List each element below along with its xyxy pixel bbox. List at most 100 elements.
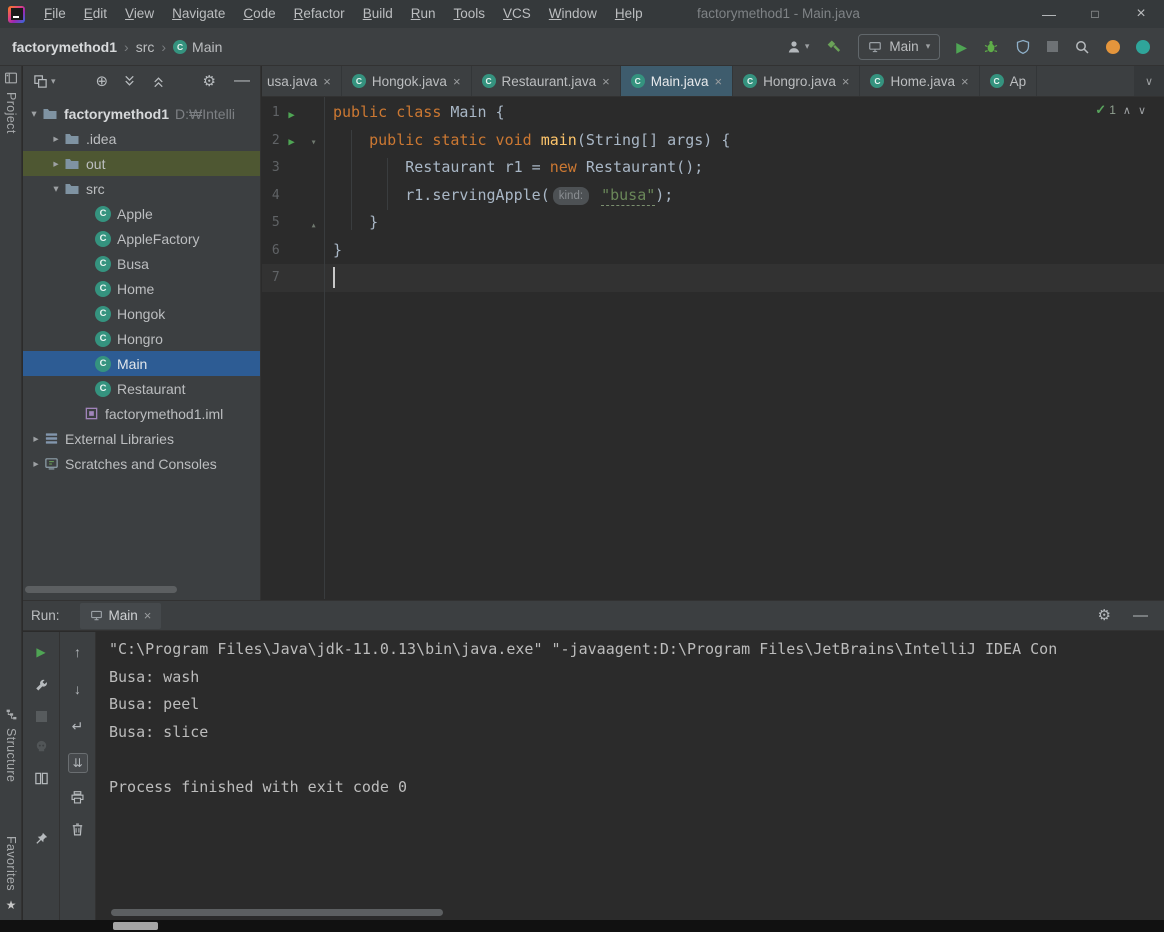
locate-file-button[interactable]: ⊕ [96,74,109,89]
scroll-to-end-icon[interactable]: ⇊ [67,753,88,773]
run-button[interactable]: ▶ [956,40,967,54]
code-with-me-icon[interactable] [1136,39,1150,54]
tree-item-external-libraries[interactable]: ▸ External Libraries [23,426,260,451]
debug-bug-icon[interactable] [983,39,999,55]
tree-item-iml-file[interactable]: factorymethod1.iml [23,401,260,426]
collapse-all-icon[interactable] [151,74,166,89]
tree-item-applefactory[interactable]: AppleFactory [23,226,260,251]
pin-tab-icon[interactable] [34,831,49,846]
close-icon[interactable]: × [714,74,722,89]
menu-view[interactable]: View [116,0,163,28]
code-area[interactable]: public class Main { public static void m… [326,97,1164,599]
close-icon[interactable]: × [602,74,610,89]
menu-run[interactable]: Run [402,0,445,28]
tree-item-factorymethod1[interactable]: ▾ factorymethod1 D:₩Intelli [23,101,260,126]
project-scrollbar[interactable] [25,586,177,593]
code-line: Restaurant r1 = new Restaurant(); [333,158,704,176]
tab-busa[interactable]: usa.java × [262,66,342,96]
console-scrollbar[interactable] [111,909,443,916]
tree-item-apple[interactable]: Apple [23,201,260,226]
inspections-widget[interactable]: ✓ 1 ∧ ∨ [1095,102,1146,118]
tab-apple[interactable]: Ap [980,66,1038,96]
tab-home[interactable]: Home.java × [860,66,980,96]
run-settings-gear-icon[interactable]: ⚙ [1098,608,1111,623]
chevron-down-icon[interactable]: ▾ [27,108,41,120]
close-button[interactable]: × [1118,0,1164,28]
menu-window[interactable]: Window [540,0,606,28]
tree-item-hongok[interactable]: Hongok [23,301,260,326]
tree-item-src[interactable]: ▾ src [23,176,260,201]
run-config-selector[interactable]: Main ▾ [858,33,941,60]
tree-item-restaurant[interactable]: Restaurant [23,376,260,401]
menu-code[interactable]: Code [234,0,284,28]
maximize-button[interactable]: □ [1072,0,1118,28]
bottom-scrollbar[interactable] [113,922,158,930]
chevron-right-icon[interactable]: ▸ [29,458,43,470]
tab-hongro[interactable]: Hongro.java × [733,66,861,96]
hide-run-panel-icon[interactable]: — [1133,608,1148,623]
menu-vcs[interactable]: VCS [494,0,540,28]
chevron-right-icon[interactable]: ▸ [49,133,63,145]
profile-button[interactable]: ▾ [786,39,809,55]
expand-all-icon[interactable] [122,74,137,89]
editor-body[interactable]: 1 ▶ 2 ▶ ▾ 3 4 5 ▴ 6 7 public class Main { pu… [262,97,1164,599]
chevron-right-icon[interactable]: ▸ [29,433,43,445]
down-stack-trace-icon[interactable]: ↓ [68,679,88,699]
menu-tools[interactable]: Tools [445,0,495,28]
next-issue-icon[interactable]: ∨ [1138,104,1146,117]
tree-item-busa[interactable]: Busa [23,251,260,276]
chevron-right-icon[interactable]: ▸ [49,158,63,170]
restore-layout-icon[interactable] [34,771,49,786]
tool-button-structure[interactable]: Structure [0,708,22,782]
tab-restaurant[interactable]: Restaurant.java × [472,66,621,96]
soft-wrap-icon[interactable]: ↵ [68,716,88,736]
tree-item-main[interactable]: Main [23,351,260,376]
search-icon[interactable] [1074,39,1090,55]
menu-navigate[interactable]: Navigate [163,0,234,28]
chevron-down-icon[interactable]: ▾ [49,183,63,195]
fold-marker-icon[interactable]: ▴ [311,220,317,231]
close-icon[interactable]: × [144,608,152,623]
rerun-button[interactable]: ▶ [31,642,51,662]
minimize-button[interactable]: — [1026,0,1072,28]
breadcrumb-src[interactable]: src [136,39,155,55]
wrench-icon[interactable] [34,679,49,694]
close-icon[interactable]: × [961,74,969,89]
tree-item-home[interactable]: Home [23,276,260,301]
menu-edit[interactable]: Edit [75,0,116,28]
print-icon[interactable] [70,790,85,805]
clear-console-icon[interactable] [70,822,85,837]
tool-button-favorites[interactable]: Favorites ★ [0,836,22,912]
close-icon[interactable]: × [453,74,461,89]
menu-refactor[interactable]: Refactor [285,0,354,28]
coverage-shield-icon[interactable] [1015,39,1031,55]
tab-hongok[interactable]: Hongok.java × [342,66,472,96]
tool-button-project[interactable]: Project [0,71,22,134]
run-class-icon[interactable]: ▶ [288,109,294,121]
close-icon[interactable]: × [323,74,331,89]
up-stack-trace-icon[interactable]: ↑ [68,642,88,662]
close-icon[interactable]: × [842,74,850,89]
tree-item-scratches[interactable]: ▸ Scratches and Consoles [23,451,260,476]
fold-marker-icon[interactable]: ▾ [311,137,317,148]
build-hammer-icon[interactable] [825,38,842,55]
menu-build[interactable]: Build [354,0,402,28]
stop-button[interactable] [1047,41,1058,52]
menu-file[interactable]: File [35,0,75,28]
update-indicator-icon[interactable] [1106,39,1120,54]
console-output[interactable]: "C:\Program Files\Java\jdk-11.0.13\bin\j… [96,632,1164,920]
view-selector-button[interactable]: ▾ [33,74,56,89]
tree-item-hongro[interactable]: Hongro [23,326,260,351]
hide-panel-button[interactable]: — [234,72,250,90]
run-method-icon[interactable]: ▶ [288,136,294,148]
tree-item-out[interactable]: ▸ out [23,151,260,176]
tabs-overflow-button[interactable]: ∨ [1134,66,1164,96]
breadcrumb-file[interactable]: Main [192,39,222,55]
breadcrumb-project[interactable]: factorymethod1 [12,39,117,55]
prev-issue-icon[interactable]: ∧ [1123,104,1131,117]
run-tab-main[interactable]: Main × [79,602,162,629]
tab-main-active[interactable]: Main.java × [620,66,734,96]
settings-gear-icon[interactable]: ⚙ [203,72,216,90]
tree-item-idea[interactable]: ▸ .idea [23,126,260,151]
menu-help[interactable]: Help [606,0,652,28]
